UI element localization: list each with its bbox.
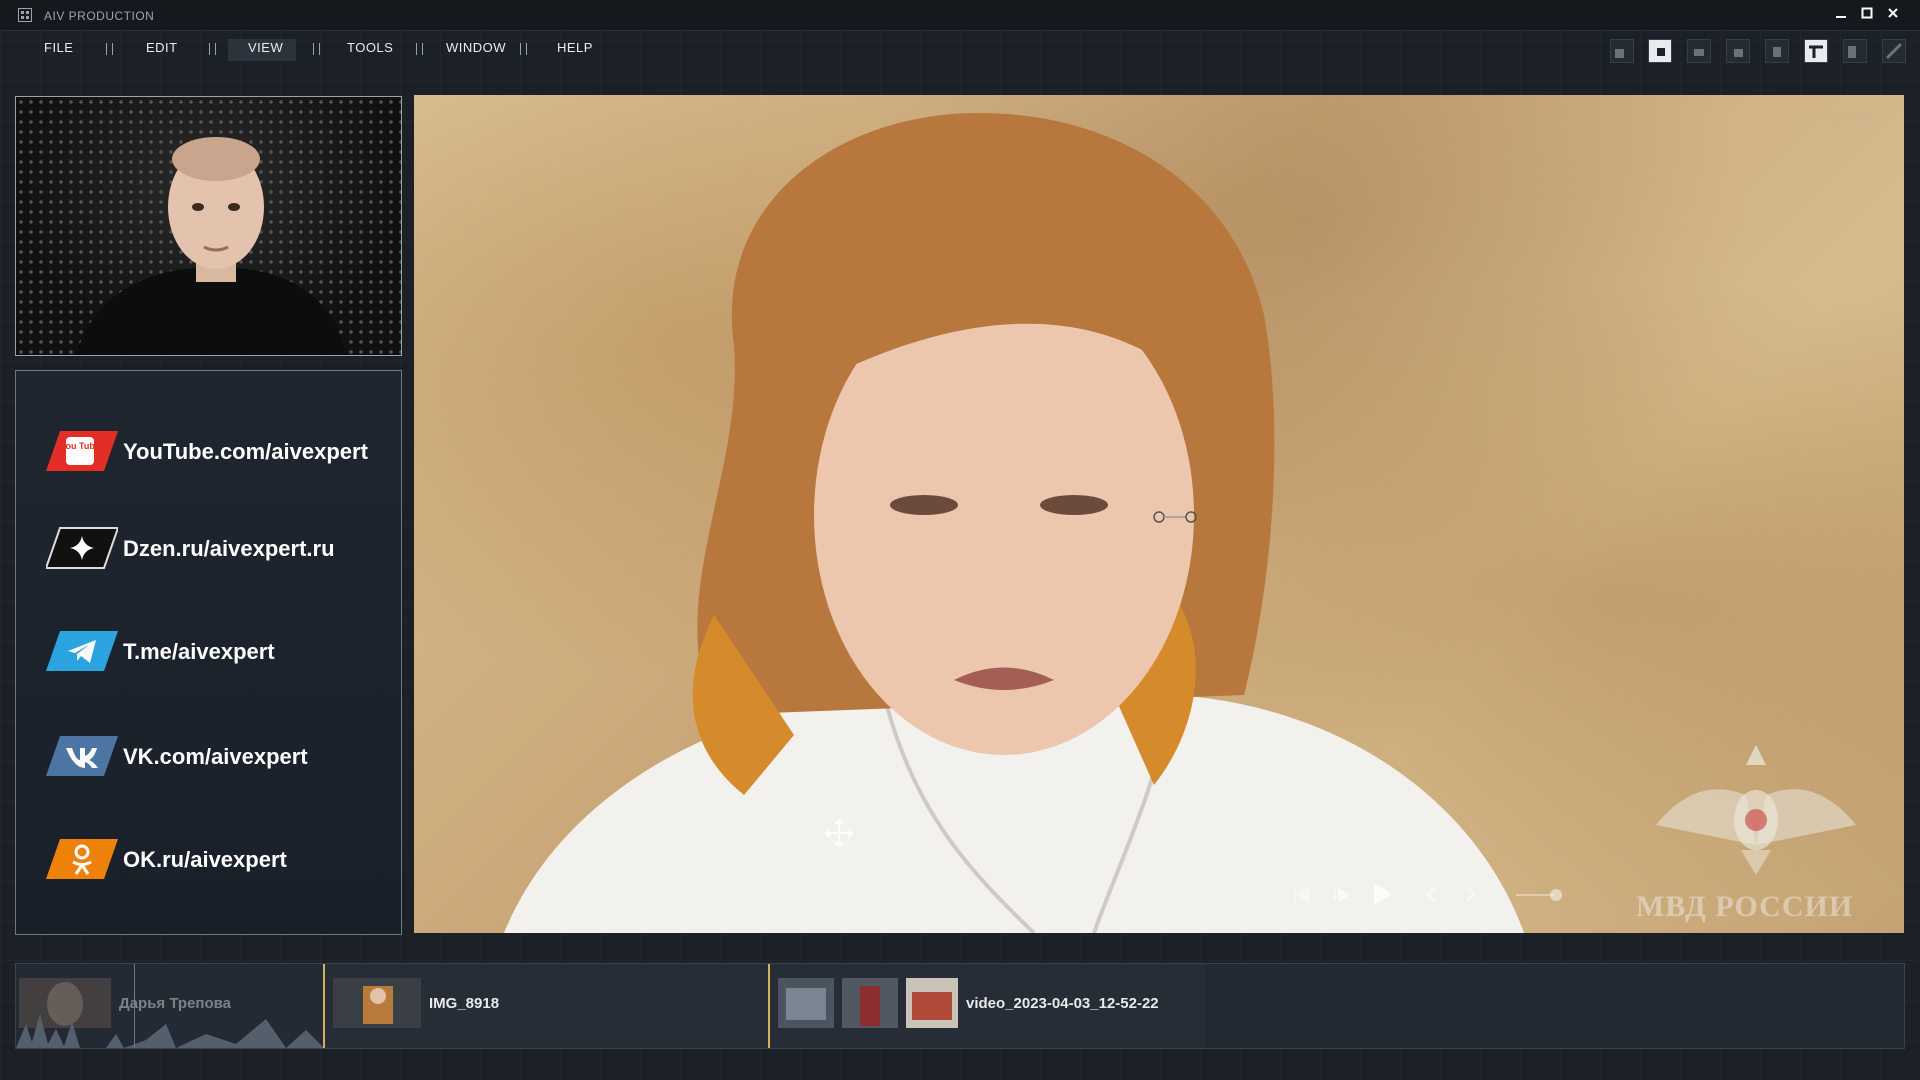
webcam-panel [15,96,402,356]
clip-label: video_2023-04-03_12-52-22 [966,995,1159,1012]
social-link-vk[interactable]: VK.com/aivexpert [46,734,386,778]
title-bar: AIV PRODUCTION [0,0,1920,31]
minimize-icon [1836,16,1846,18]
layout-button-7[interactable] [1843,39,1867,63]
layout-icon [1734,49,1743,57]
youtube-badge-text: You Tube [60,441,100,451]
menu-separator [106,43,113,55]
social-links-panel: You Tube YouTube.com/aivexpert Dzen.ru/a… [15,370,402,935]
maximize-icon [1861,7,1873,19]
app-title: AIV PRODUCTION [44,9,155,23]
menu-tools[interactable]: TOOLS [347,40,393,55]
menu-edit[interactable]: EDIT [146,40,178,55]
menu-help[interactable]: HELP [557,40,593,55]
social-link-text: YouTube.com/aivexpert [123,439,368,464]
clip-label: Дарья Трепова [119,995,232,1012]
menu-separator [209,43,216,55]
volume-slider[interactable] [1514,887,1564,903]
layout-icon [1657,48,1665,56]
social-link-dzen[interactable]: Dzen.ru/aivexpert.ru [46,526,386,570]
layout-button-8[interactable] [1882,39,1906,63]
clip-thumbnail [333,978,421,1028]
layout-button-5[interactable] [1765,39,1789,63]
social-link-text: VK.com/aivexpert [123,744,308,769]
clip-label: IMG_8918 [429,995,500,1012]
layout-icon [1694,49,1704,56]
social-link-youtube[interactable]: You Tube YouTube.com/aivexpert [46,429,386,473]
menu-view[interactable]: VIEW [248,40,283,55]
dzen-icon [46,527,118,569]
vk-icon [46,736,118,776]
move-cursor-icon [825,819,853,847]
clip-thumbnail [778,978,834,1028]
timeline[interactable]: Дарья Трепова IMG_8918 video_2023-04-03_… [15,963,1905,1049]
social-link-telegram[interactable]: T.me/aivexpert [46,629,386,673]
menu-window[interactable]: WINDOW [446,40,506,55]
layout-icon [1848,46,1856,58]
timeline-clip-1[interactable]: Дарья Трепова [16,964,324,1048]
timeline-clip-3[interactable]: video_2023-04-03_12-52-22 [770,964,1206,1048]
layout-icon [1886,43,1902,59]
next-frame-icon[interactable] [1464,885,1478,903]
play-icon[interactable] [1369,881,1395,907]
skip-back-icon[interactable] [1292,887,1310,903]
social-link-text: T.me/aivexpert [123,639,275,664]
social-link-ok[interactable]: OK.ru/aivexpert [46,837,386,881]
layout-button-4[interactable] [1726,39,1750,63]
social-link-text: OK.ru/aivexpert [123,847,287,872]
menu-separator [313,43,320,55]
timecode: 00:00 / 00:00 [1779,109,1874,125]
previous-frame-icon[interactable] [1424,885,1438,903]
minimize-button[interactable] [1830,6,1852,24]
app-grid-icon [18,8,32,22]
menu-separator [520,43,527,55]
watermark-text: МВД РОССИИ [1636,890,1854,923]
youtube-icon: You Tube [46,431,118,471]
close-button[interactable] [1882,6,1904,24]
layout-button-3[interactable] [1687,39,1711,63]
social-link-text: Dzen.ru/aivexpert.ru [123,536,335,561]
menu-separator [416,43,423,55]
layout-button-2[interactable] [1648,39,1672,63]
layout-button-1[interactable] [1610,39,1634,63]
layout-icon [1773,47,1781,57]
layout-icon [1615,49,1624,58]
layout-icon [1809,45,1823,58]
menu-file[interactable]: FILE [44,40,73,55]
clip-thumbnail [906,978,958,1028]
step-forward-icon[interactable] [1332,887,1350,903]
timeline-clip-2[interactable]: IMG_8918 [325,964,769,1048]
telegram-icon [46,631,118,671]
maximize-button[interactable] [1856,6,1878,24]
close-icon [1888,8,1898,18]
eagle-emblem-icon [1656,745,1856,875]
layout-button-6[interactable] [1804,39,1828,63]
ok-icon [46,839,118,879]
clip-thumbnail [842,978,898,1028]
presenter-video [76,137,346,355]
video-viewer[interactable]: 00:00 / 00:00 МВД РОССИИ [414,95,1904,933]
